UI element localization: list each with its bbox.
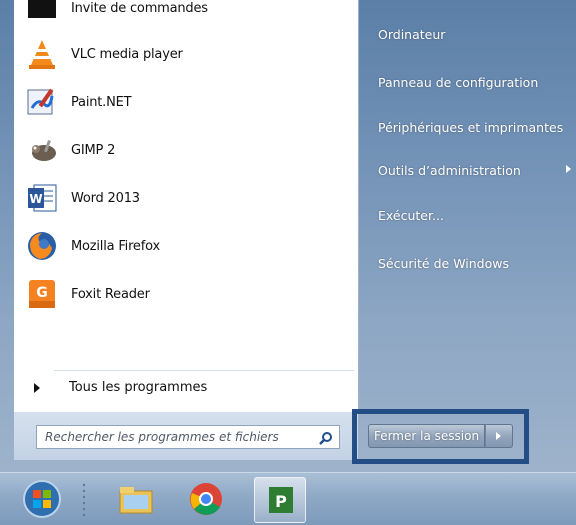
start-orb-icon[interactable] <box>22 479 62 519</box>
svg-text:G: G <box>36 285 48 301</box>
program-label: Invite de commandes <box>71 0 208 16</box>
word-icon: W <box>26 182 58 214</box>
taskbar: P <box>0 472 576 525</box>
right-item-panneau-de-configuration[interactable]: Panneau de configuration <box>378 75 538 90</box>
program-item-gimp[interactable]: GIMP 2 <box>14 128 344 172</box>
all-programs-label: Tous les programmes <box>69 380 208 395</box>
right-item-ordinateur[interactable]: Ordinateur <box>378 27 445 42</box>
right-item-outils-administration[interactable]: Outils d’administration <box>378 163 521 178</box>
search-area <box>14 412 358 460</box>
vlc-icon <box>26 38 58 70</box>
logoff-button[interactable]: Fermer la session <box>368 424 485 448</box>
svg-text:W: W <box>29 192 42 206</box>
program-item-cmd[interactable]: Invite de commandes <box>14 0 344 30</box>
file-explorer-icon[interactable] <box>116 479 156 519</box>
program-label: VLC media player <box>71 46 183 62</box>
submenu-arrow-icon <box>566 165 571 173</box>
program-item-vlc[interactable]: VLC media player <box>14 32 344 76</box>
program-label: Paint.NET <box>71 94 132 110</box>
right-item-securite-de-windows[interactable]: Sécurité de Windows <box>378 256 509 271</box>
right-item-executer[interactable]: Exécuter... <box>378 208 444 223</box>
start-menu: Invite de commandes VLC media player Pai… <box>0 0 576 472</box>
project-icon: P <box>261 481 301 521</box>
svg-text:P: P <box>275 492 287 511</box>
all-programs-button[interactable]: Tous les programmes <box>14 374 344 402</box>
paintnet-icon <box>26 86 58 118</box>
foxit-icon: G <box>26 278 58 310</box>
gimp-icon <box>26 134 58 166</box>
divider <box>54 370 354 371</box>
taskbar-active-app[interactable]: P <box>254 477 306 523</box>
program-label: Mozilla Firefox <box>71 238 160 254</box>
search-icon[interactable] <box>319 430 333 445</box>
taskbar-grip <box>80 481 88 519</box>
programs-pane: Invite de commandes VLC media player Pai… <box>14 0 359 412</box>
cmd-icon <box>26 0 58 24</box>
program-item-paintnet[interactable]: Paint.NET <box>14 80 344 124</box>
program-item-word[interactable]: W Word 2013 <box>14 176 344 220</box>
program-item-foxit[interactable]: G Foxit Reader <box>14 272 344 316</box>
firefox-icon <box>26 230 58 262</box>
program-item-firefox[interactable]: Mozilla Firefox <box>14 224 344 268</box>
right-item-peripheriques-et-imprimantes[interactable]: Périphériques et imprimantes <box>378 120 563 135</box>
shutdown-options-button[interactable] <box>485 424 513 448</box>
arrow-right-icon <box>34 383 40 393</box>
search-input[interactable] <box>43 426 317 448</box>
program-label: Foxit Reader <box>71 286 150 302</box>
chrome-icon[interactable] <box>186 479 226 519</box>
program-label: Word 2013 <box>71 190 140 206</box>
arrow-right-icon <box>496 432 501 440</box>
program-label: GIMP 2 <box>71 142 116 158</box>
search-box[interactable] <box>36 425 340 449</box>
